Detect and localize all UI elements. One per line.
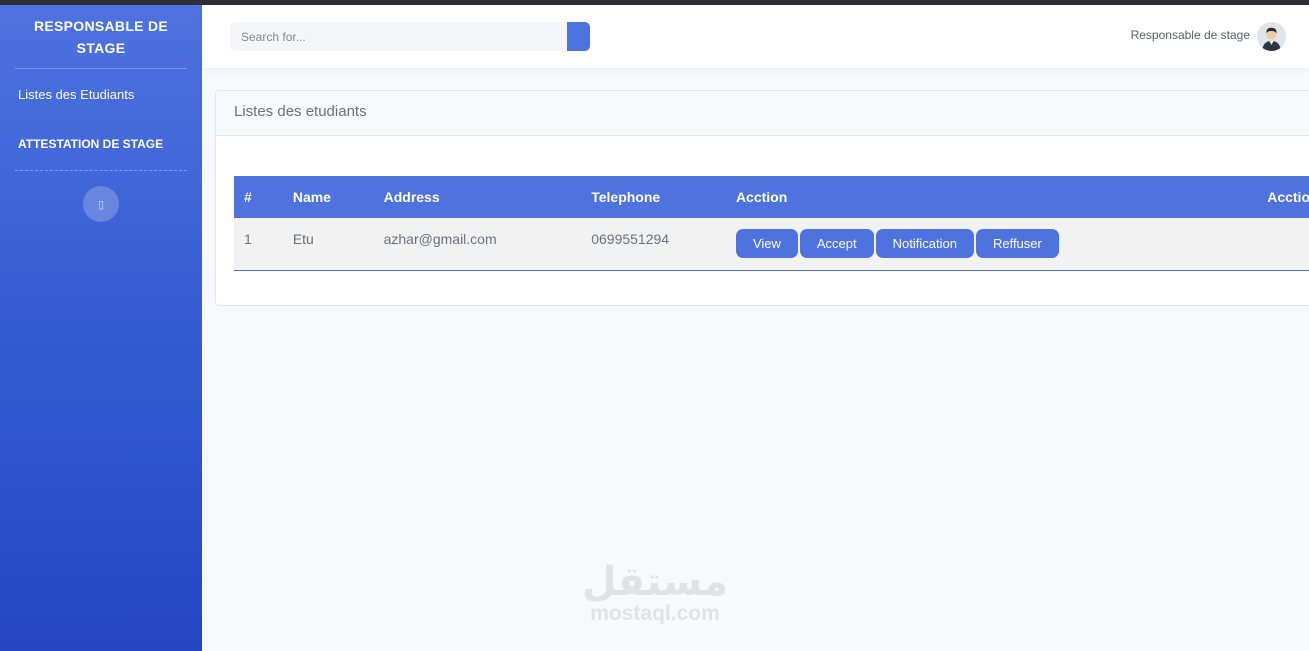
user-name[interactable]: Responsable de stage: [1131, 28, 1250, 42]
sidebar-toggle-icon: ▯: [97, 198, 105, 211]
header-number: #: [244, 189, 252, 205]
accept-button[interactable]: Accept: [799, 229, 874, 258]
watermark: مستقل mostaql.com: [575, 562, 735, 626]
students-card: Listes des etudiants # Name Address Tele…: [215, 90, 1309, 306]
top-header: Responsable de stage: [202, 5, 1309, 68]
header-action-2: Acctio: [1267, 189, 1309, 205]
watermark-latin: mostaql.com: [590, 602, 720, 625]
sidebar-divider: [15, 68, 187, 69]
sidebar-brand[interactable]: RESPONSABLE DE STAGE: [0, 15, 202, 59]
header-telephone: Telephone: [591, 189, 661, 205]
table-header-row: # Name Address Telephone Acction Acctio: [234, 176, 1309, 218]
cell-number: 1: [244, 231, 252, 247]
sidebar-toggle-button[interactable]: ▯: [83, 186, 119, 222]
search-bar: [230, 22, 590, 51]
header-action: Acction: [735, 189, 788, 205]
search-button[interactable]: [567, 22, 590, 51]
students-table: # Name Address Telephone Acction Acctio …: [234, 176, 1309, 271]
header-name: Name: [292, 189, 331, 205]
sidebar-divider-dashed: [15, 170, 187, 171]
avatar-icon: [1257, 22, 1286, 51]
watermark-arabic: مستقل: [581, 559, 729, 605]
cell-actions: View Accept Notification Reffuser: [735, 218, 1267, 270]
sidebar: RESPONSABLE DE STAGE Listes des Etudiant…: [0, 5, 202, 651]
user-avatar[interactable]: [1257, 22, 1286, 51]
sidebar-item-attestation-de-stage[interactable]: ATTESTATION DE STAGE: [18, 137, 163, 151]
table-row: 1 Etu azhar@gmail.com 0699551294 View Acc…: [234, 218, 1309, 270]
cell-address: azhar@gmail.com: [383, 231, 497, 247]
card-title: Listes des etudiants: [216, 91, 1309, 136]
view-button[interactable]: View: [735, 229, 798, 258]
search-input[interactable]: [230, 22, 567, 51]
header-address: Address: [383, 189, 440, 205]
brand-line-2: STAGE: [76, 40, 126, 56]
notification-button[interactable]: Notification: [875, 229, 974, 258]
cell-telephone: 0699551294: [591, 231, 670, 247]
cell-extra: [1267, 218, 1309, 270]
reffuser-button[interactable]: Reffuser: [975, 229, 1059, 258]
sidebar-item-listes-etudiants[interactable]: Listes des Etudiants: [18, 87, 134, 102]
cell-name: Etu: [292, 231, 314, 247]
brand-line-1: RESPONSABLE DE: [33, 18, 169, 34]
